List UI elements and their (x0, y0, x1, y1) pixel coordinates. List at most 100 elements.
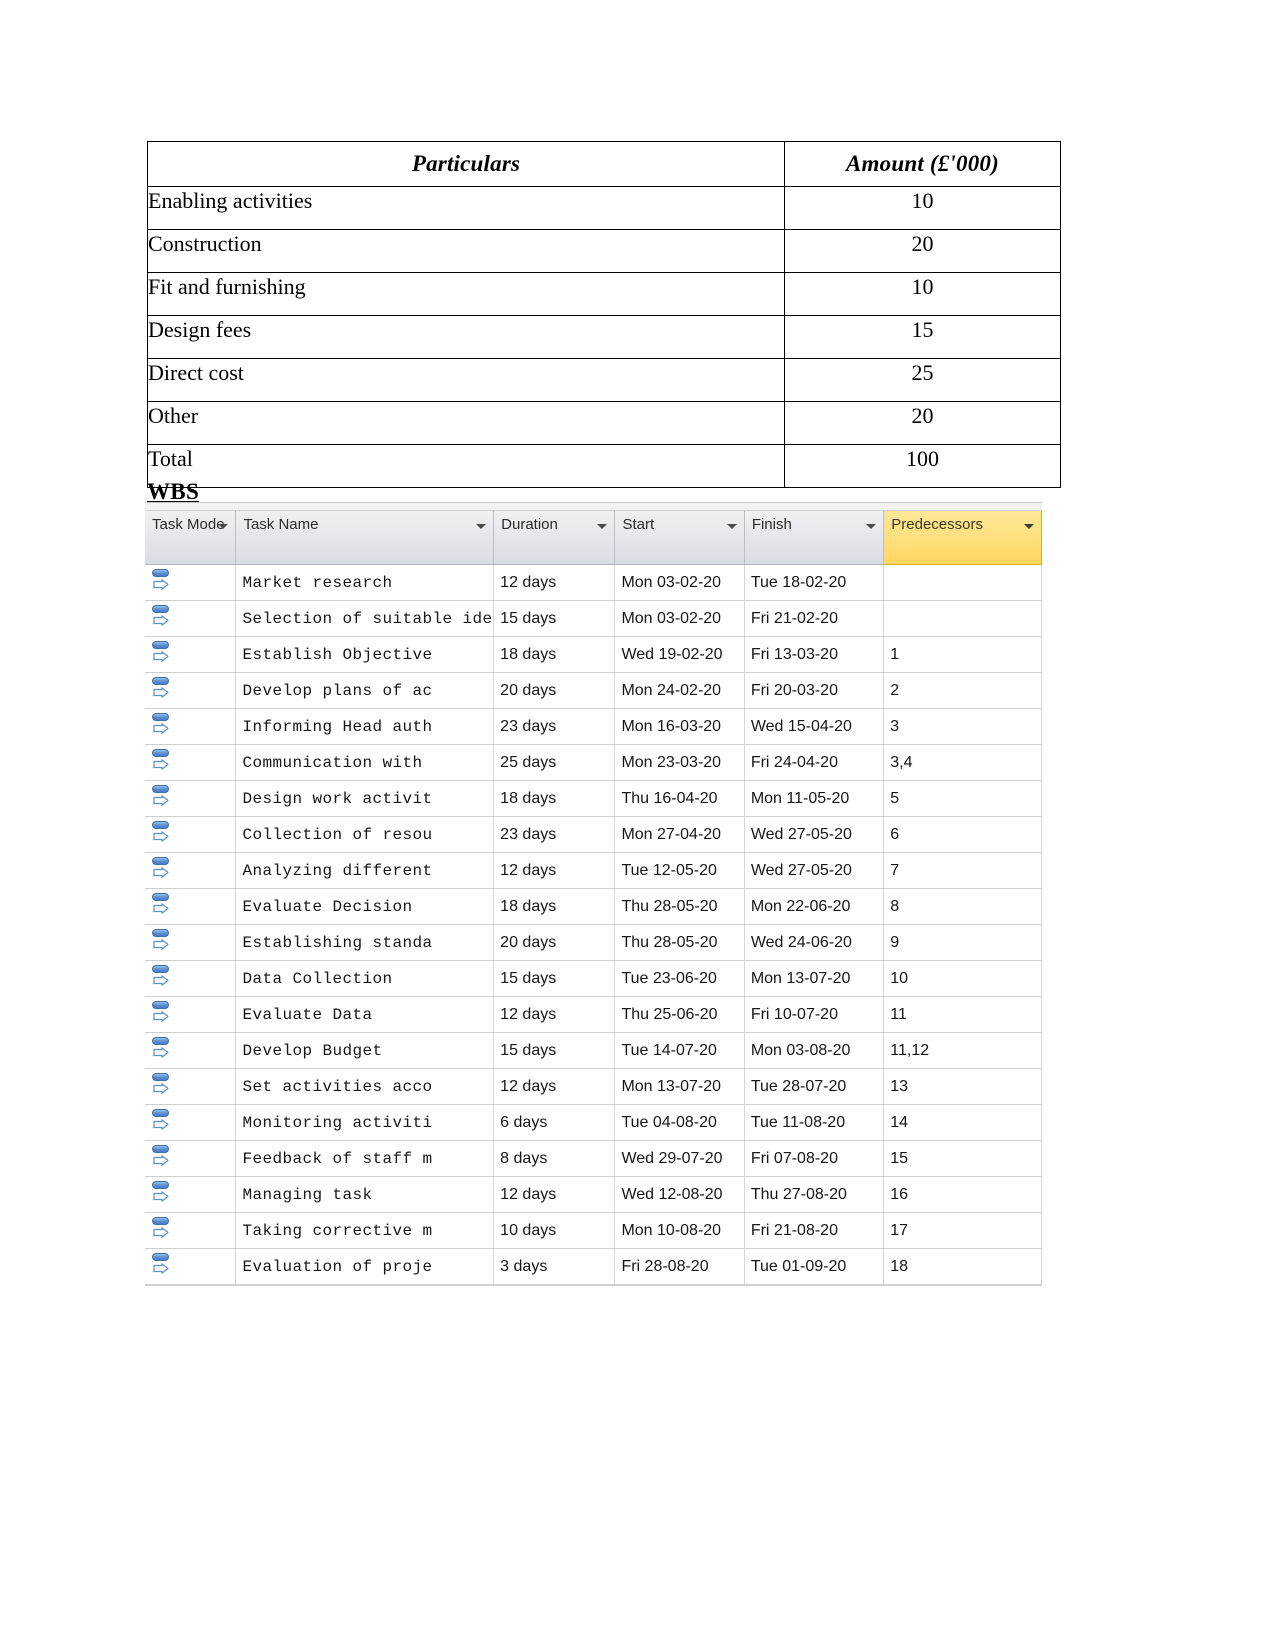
start-date-cell[interactable]: Tue 12-05-20 (614, 852, 745, 889)
predecessors-cell[interactable]: 16 (883, 1176, 1042, 1213)
task-row[interactable]: Evaluation of proje 3 days Fri 28-08-20 Tue… (145, 1248, 1042, 1285)
task-row[interactable]: Evaluate Data 12 days Thu 25-06-20 Fri 10-0… (145, 996, 1042, 1033)
task-mode-cell[interactable] (145, 744, 237, 781)
predecessors-cell[interactable] (883, 564, 1042, 601)
task-mode-cell[interactable] (145, 1212, 237, 1249)
duration-cell[interactable]: 15 days (493, 960, 616, 997)
finish-date-cell[interactable]: Wed 24-06-20 (744, 924, 885, 961)
finish-date-cell[interactable]: Fri 07-08-20 (744, 1140, 885, 1177)
duration-cell[interactable]: 18 days (493, 636, 616, 673)
column-header-finish[interactable]: Finish (744, 511, 885, 565)
predecessors-cell[interactable]: 9 (883, 924, 1042, 961)
task-mode-cell[interactable] (145, 1068, 237, 1105)
duration-cell[interactable]: 8 days (493, 1140, 616, 1177)
task-row[interactable]: Feedback of staff m8 days Wed 29-07-20 Fri… (145, 1140, 1042, 1177)
duration-cell[interactable]: 20 days (493, 924, 616, 961)
task-row[interactable]: Communication with 25 days Mon 23-03-20 Fri… (145, 744, 1042, 781)
task-mode-cell[interactable] (145, 852, 237, 889)
finish-date-cell[interactable]: Mon 13-07-20 (744, 960, 885, 997)
duration-cell[interactable]: 23 days (493, 816, 616, 853)
chevron-down-icon[interactable] (866, 524, 877, 529)
chevron-down-icon[interactable] (597, 524, 608, 529)
task-row[interactable]: Collection of resou 23 days Mon 27-04-20 We… (145, 816, 1042, 853)
start-date-cell[interactable]: Thu 16-04-20 (614, 780, 745, 817)
finish-date-cell[interactable]: Tue 11-08-20 (744, 1104, 885, 1141)
task-row[interactable]: Selection of suitable ideas 15 days Mon 03… (145, 600, 1042, 637)
duration-cell[interactable]: 6 days (493, 1104, 616, 1141)
task-name-cell[interactable]: Develop plans of ac (235, 672, 495, 709)
task-name-cell[interactable]: Selection of suitable ideas (235, 600, 495, 637)
task-mode-cell[interactable] (145, 1032, 237, 1069)
finish-date-cell[interactable]: Fri 13-03-20 (744, 636, 885, 673)
task-name-cell[interactable]: Analyzing different (235, 852, 495, 889)
task-mode-cell[interactable] (145, 1140, 237, 1177)
start-date-cell[interactable]: Mon 03-02-20 (614, 600, 745, 637)
start-date-cell[interactable]: Mon 13-07-20 (614, 1068, 745, 1105)
task-name-cell[interactable]: Set activities acco (235, 1068, 495, 1105)
start-date-cell[interactable]: Thu 28-05-20 (614, 888, 745, 925)
task-row[interactable]: Data Collection 15 days Tue 23-06-20 Mon 13… (145, 960, 1042, 997)
predecessors-cell[interactable]: 3,4 (883, 744, 1042, 781)
task-row[interactable]: Monitoring activiti 6 days Tue 04-08-20 Tue… (145, 1104, 1042, 1141)
task-mode-cell[interactable] (145, 924, 237, 961)
duration-cell[interactable]: 3 days (493, 1248, 616, 1285)
predecessors-cell[interactable]: 8 (883, 888, 1042, 925)
duration-cell[interactable]: 15 days (493, 1032, 616, 1069)
duration-cell[interactable]: 10 days (493, 1212, 616, 1249)
duration-cell[interactable]: 23 days (493, 708, 616, 745)
chevron-down-icon[interactable] (726, 524, 737, 529)
chevron-down-icon[interactable] (476, 524, 487, 529)
task-mode-cell[interactable] (145, 600, 237, 637)
task-row[interactable]: Set activities acco 12 days Mon 13-07-20 Tu… (145, 1068, 1042, 1105)
column-header-start[interactable]: Start (614, 511, 745, 565)
task-row[interactable]: Evaluate Decision 18 days Thu 28-05-20 Mon … (145, 888, 1042, 925)
task-row[interactable]: Market research 12 days Mon 03-02-20 Tue 18… (145, 564, 1042, 601)
duration-cell[interactable]: 12 days (493, 852, 616, 889)
duration-cell[interactable]: 25 days (493, 744, 616, 781)
task-row[interactable]: Analyzing different 12 days Tue 12-05-20 We… (145, 852, 1042, 889)
duration-cell[interactable]: 18 days (493, 780, 616, 817)
task-row[interactable]: Establish Objective 18 days Wed 19-02-20 Fr… (145, 636, 1042, 673)
task-name-cell[interactable]: Informing Head auth (235, 708, 495, 745)
finish-date-cell[interactable]: Thu 27-08-20 (744, 1176, 885, 1213)
task-name-cell[interactable]: Evaluation of proje (235, 1248, 495, 1285)
start-date-cell[interactable]: Tue 04-08-20 (614, 1104, 745, 1141)
column-header-predecessors[interactable]: Predecessors (883, 511, 1042, 565)
finish-date-cell[interactable]: Fri 10-07-20 (744, 996, 885, 1033)
task-mode-cell[interactable] (145, 816, 237, 853)
task-name-cell[interactable]: Data Collection (235, 960, 495, 997)
task-row[interactable]: Informing Head auth 23 days Mon 16-03-20 We… (145, 708, 1042, 745)
task-row[interactable]: Develop plans of ac 20 days Mon 24-02-20 Fr… (145, 672, 1042, 709)
predecessors-cell[interactable]: 13 (883, 1068, 1042, 1105)
start-date-cell[interactable]: Mon 27-04-20 (614, 816, 745, 853)
column-header-duration[interactable]: Duration (493, 511, 616, 565)
start-date-cell[interactable]: Thu 25-06-20 (614, 996, 745, 1033)
finish-date-cell[interactable]: Wed 27-05-20 (744, 852, 885, 889)
task-mode-cell[interactable] (145, 1248, 237, 1285)
task-mode-cell[interactable] (145, 888, 237, 925)
finish-date-cell[interactable]: Mon 03-08-20 (744, 1032, 885, 1069)
task-mode-cell[interactable] (145, 780, 237, 817)
task-mode-cell[interactable] (145, 636, 237, 673)
task-name-cell[interactable]: Communication with (235, 744, 495, 781)
finish-date-cell[interactable]: Tue 18-02-20 (744, 564, 885, 601)
predecessors-cell[interactable]: 17 (883, 1212, 1042, 1249)
task-row[interactable]: Establishing standa 20 days Thu 28-05-20 We… (145, 924, 1042, 961)
start-date-cell[interactable]: Thu 28-05-20 (614, 924, 745, 961)
finish-date-cell[interactable]: Mon 22-06-20 (744, 888, 885, 925)
chevron-down-icon[interactable] (218, 524, 229, 529)
predecessors-cell[interactable]: 15 (883, 1140, 1042, 1177)
predecessors-cell[interactable]: 3 (883, 708, 1042, 745)
duration-cell[interactable]: 18 days (493, 888, 616, 925)
predecessors-cell[interactable]: 14 (883, 1104, 1042, 1141)
predecessors-cell[interactable]: 11 (883, 996, 1042, 1033)
duration-cell[interactable]: 12 days (493, 1176, 616, 1213)
start-date-cell[interactable]: Mon 24-02-20 (614, 672, 745, 709)
chevron-down-icon[interactable] (1024, 524, 1034, 529)
start-date-cell[interactable]: Wed 29-07-20 (614, 1140, 745, 1177)
duration-cell[interactable]: 12 days (493, 1068, 616, 1105)
finish-date-cell[interactable]: Fri 21-08-20 (744, 1212, 885, 1249)
task-name-cell[interactable]: Evaluate Data (235, 996, 495, 1033)
finish-date-cell[interactable]: Tue 28-07-20 (744, 1068, 885, 1105)
column-header-task-name[interactable]: Task Name (235, 511, 495, 565)
